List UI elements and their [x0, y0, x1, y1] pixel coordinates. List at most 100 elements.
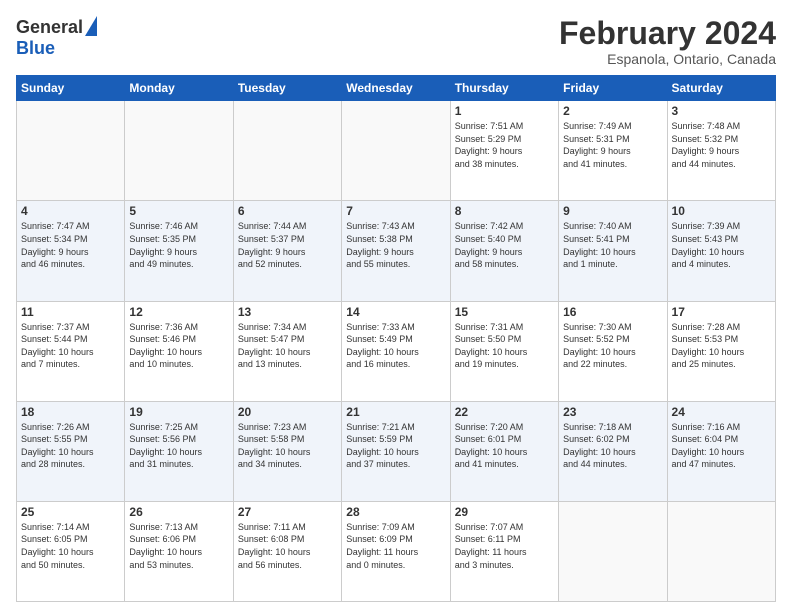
calendar-cell: 10 Sunrise: 7:39 AM Sunset: 5:43 PM Dayli… — [667, 201, 775, 301]
calendar-cell: 8Sunrise: 7:42 AM Sunset: 5:40 PM Daylig… — [450, 201, 558, 301]
day-number: 1 — [455, 104, 554, 118]
day-number: 12 — [129, 305, 228, 319]
day-number: 24 — [672, 405, 771, 419]
day-info: Sunrise: 7:13 AM Sunset: 6:06 PM Dayligh… — [129, 521, 228, 571]
day-info: Sunrise: 7:42 AM Sunset: 5:40 PM Dayligh… — [455, 220, 554, 270]
calendar-cell: 6 Sunrise: 7:44 AM Sunset: 5:37 PM Daylig… — [233, 201, 341, 301]
calendar-day-header-monday: Monday — [125, 76, 233, 101]
calendar-cell: 1 Sunrise: 7:51 AM Sunset: 5:29 PM Daylig… — [450, 101, 558, 201]
day-number: 17 — [672, 305, 771, 319]
calendar-cell: 26 Sunrise: 7:13 AM Sunset: 6:06 PM Dayli… — [125, 501, 233, 601]
day-number: 18 — [21, 405, 120, 419]
day-info: Sunrise: 7:34 AM Sunset: 5:47 PM Dayligh… — [238, 321, 337, 371]
calendar-cell: 24Sunrise: 7:16 AM Sunset: 6:04 PM Dayli… — [667, 401, 775, 501]
day-number: 4 — [21, 204, 120, 218]
calendar-cell: 13 Sunrise: 7:34 AM Sunset: 5:47 PM Dayli… — [233, 301, 341, 401]
day-info: Sunrise: 7:43 AM Sunset: 5:38 PM Dayligh… — [346, 220, 445, 270]
day-info: Sunrise: 7:48 AM Sunset: 5:32 PM Dayligh… — [672, 120, 771, 170]
calendar-cell — [342, 101, 450, 201]
logo-blue: Blue — [16, 38, 55, 59]
day-info: Sunrise: 7:36 AM Sunset: 5:46 PM Dayligh… — [129, 321, 228, 371]
calendar-cell — [233, 101, 341, 201]
day-info: Sunrise: 7:47 AM Sunset: 5:34 PM Dayligh… — [21, 220, 120, 270]
calendar-cell — [667, 501, 775, 601]
day-number: 9 — [563, 204, 662, 218]
day-number: 2 — [563, 104, 662, 118]
calendar-day-header-saturday: Saturday — [667, 76, 775, 101]
calendar-week-row: 18 Sunrise: 7:26 AM Sunset: 5:55 PM Dayli… — [17, 401, 776, 501]
day-info: Sunrise: 7:51 AM Sunset: 5:29 PM Dayligh… — [455, 120, 554, 170]
day-number: 26 — [129, 505, 228, 519]
day-number: 20 — [238, 405, 337, 419]
calendar-cell: 14 Sunrise: 7:33 AM Sunset: 5:49 PM Dayli… — [342, 301, 450, 401]
calendar-cell: 4 Sunrise: 7:47 AM Sunset: 5:34 PM Daylig… — [17, 201, 125, 301]
calendar-week-row: 1 Sunrise: 7:51 AM Sunset: 5:29 PM Daylig… — [17, 101, 776, 201]
calendar-cell: 11 Sunrise: 7:37 AM Sunset: 5:44 PM Dayli… — [17, 301, 125, 401]
calendar-day-header-sunday: Sunday — [17, 76, 125, 101]
day-info: Sunrise: 7:46 AM Sunset: 5:35 PM Dayligh… — [129, 220, 228, 270]
day-info: Sunrise: 7:30 AM Sunset: 5:52 PM Dayligh… — [563, 321, 662, 371]
day-info: Sunrise: 7:44 AM Sunset: 5:37 PM Dayligh… — [238, 220, 337, 270]
calendar-cell: 20 Sunrise: 7:23 AM Sunset: 5:58 PM Dayli… — [233, 401, 341, 501]
day-number: 11 — [21, 305, 120, 319]
calendar-cell — [559, 501, 667, 601]
day-number: 29 — [455, 505, 554, 519]
calendar-cell — [17, 101, 125, 201]
calendar-cell: 9Sunrise: 7:40 AM Sunset: 5:41 PM Daylig… — [559, 201, 667, 301]
day-info: Sunrise: 7:31 AM Sunset: 5:50 PM Dayligh… — [455, 321, 554, 371]
day-number: 15 — [455, 305, 554, 319]
calendar-cell: 28Sunrise: 7:09 AM Sunset: 6:09 PM Dayli… — [342, 501, 450, 601]
calendar-day-header-thursday: Thursday — [450, 76, 558, 101]
day-number: 19 — [129, 405, 228, 419]
day-number: 5 — [129, 204, 228, 218]
header: General Blue February 2024 Espanola, Ont… — [16, 16, 776, 67]
calendar-week-row: 25 Sunrise: 7:14 AM Sunset: 6:05 PM Dayli… — [17, 501, 776, 601]
day-info: Sunrise: 7:37 AM Sunset: 5:44 PM Dayligh… — [21, 321, 120, 371]
day-info: Sunrise: 7:33 AM Sunset: 5:49 PM Dayligh… — [346, 321, 445, 371]
calendar-cell: 29Sunrise: 7:07 AM Sunset: 6:11 PM Dayli… — [450, 501, 558, 601]
calendar-cell: 21 Sunrise: 7:21 AM Sunset: 5:59 PM Dayli… — [342, 401, 450, 501]
calendar-cell: 12 Sunrise: 7:36 AM Sunset: 5:46 PM Dayli… — [125, 301, 233, 401]
calendar-week-row: 11 Sunrise: 7:37 AM Sunset: 5:44 PM Dayli… — [17, 301, 776, 401]
day-number: 13 — [238, 305, 337, 319]
day-info: Sunrise: 7:49 AM Sunset: 5:31 PM Dayligh… — [563, 120, 662, 170]
calendar-cell: 18 Sunrise: 7:26 AM Sunset: 5:55 PM Dayli… — [17, 401, 125, 501]
day-number: 16 — [563, 305, 662, 319]
day-number: 7 — [346, 204, 445, 218]
day-info: Sunrise: 7:28 AM Sunset: 5:53 PM Dayligh… — [672, 321, 771, 371]
day-number: 14 — [346, 305, 445, 319]
day-number: 25 — [21, 505, 120, 519]
day-number: 6 — [238, 204, 337, 218]
calendar-cell: 15 Sunrise: 7:31 AM Sunset: 5:50 PM Dayli… — [450, 301, 558, 401]
logo: General Blue — [16, 16, 97, 59]
calendar-cell: 2 Sunrise: 7:49 AM Sunset: 5:31 PM Daylig… — [559, 101, 667, 201]
day-number: 3 — [672, 104, 771, 118]
calendar-cell: 19Sunrise: 7:25 AM Sunset: 5:56 PM Dayli… — [125, 401, 233, 501]
day-number: 21 — [346, 405, 445, 419]
calendar-cell: 22 Sunrise: 7:20 AM Sunset: 6:01 PM Dayli… — [450, 401, 558, 501]
day-info: Sunrise: 7:11 AM Sunset: 6:08 PM Dayligh… — [238, 521, 337, 571]
calendar-cell: 16 Sunrise: 7:30 AM Sunset: 5:52 PM Dayli… — [559, 301, 667, 401]
logo-text: General — [16, 16, 97, 38]
day-info: Sunrise: 7:20 AM Sunset: 6:01 PM Dayligh… — [455, 421, 554, 471]
day-number: 28 — [346, 505, 445, 519]
day-info: Sunrise: 7:39 AM Sunset: 5:43 PM Dayligh… — [672, 220, 771, 270]
calendar-cell: 5 Sunrise: 7:46 AM Sunset: 5:35 PM Daylig… — [125, 201, 233, 301]
day-number: 10 — [672, 204, 771, 218]
day-info: Sunrise: 7:18 AM Sunset: 6:02 PM Dayligh… — [563, 421, 662, 471]
day-number: 22 — [455, 405, 554, 419]
calendar-day-header-tuesday: Tuesday — [233, 76, 341, 101]
header-right: February 2024 Espanola, Ontario, Canada — [559, 16, 776, 67]
calendar-cell: 25 Sunrise: 7:14 AM Sunset: 6:05 PM Dayli… — [17, 501, 125, 601]
day-info: Sunrise: 7:23 AM Sunset: 5:58 PM Dayligh… — [238, 421, 337, 471]
calendar-day-header-friday: Friday — [559, 76, 667, 101]
day-info: Sunrise: 7:21 AM Sunset: 5:59 PM Dayligh… — [346, 421, 445, 471]
calendar-table: SundayMondayTuesdayWednesdayThursdayFrid… — [16, 75, 776, 602]
calendar-week-row: 4 Sunrise: 7:47 AM Sunset: 5:34 PM Daylig… — [17, 201, 776, 301]
calendar-header-row: SundayMondayTuesdayWednesdayThursdayFrid… — [17, 76, 776, 101]
day-info: Sunrise: 7:26 AM Sunset: 5:55 PM Dayligh… — [21, 421, 120, 471]
location: Espanola, Ontario, Canada — [559, 51, 776, 67]
day-info: Sunrise: 7:14 AM Sunset: 6:05 PM Dayligh… — [21, 521, 120, 571]
calendar-cell: 23Sunrise: 7:18 AM Sunset: 6:02 PM Dayli… — [559, 401, 667, 501]
day-number: 27 — [238, 505, 337, 519]
